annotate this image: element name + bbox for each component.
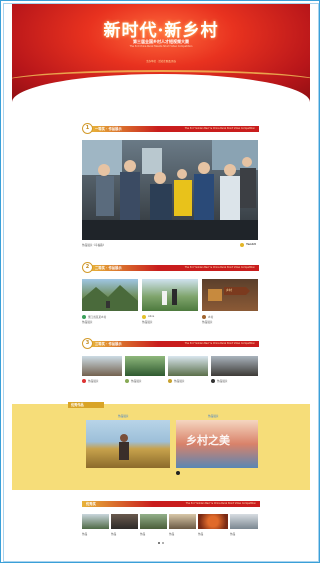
second-prize-author-2: Alice (148, 315, 155, 318)
third-prize-bar: 三等奖 · 作品展示 The 3rd "Golden Bee" & China … (91, 341, 259, 347)
first-prize-bar: 一等奖 · 作品展示 The 3rd "Golden Bee" & China … (91, 126, 259, 132)
third-prize-title: 三等奖 · 作品展示 (95, 342, 122, 346)
author-avatar (142, 315, 146, 319)
second-prize-author-1: 浙江省某某乡村 (88, 316, 107, 319)
second-prize-thumbnail-3[interactable]: 乡村 (202, 279, 258, 311)
banner-subtitle-en: The 3rd China Rural Talents Short Video … (129, 45, 193, 48)
author-avatar (168, 379, 172, 383)
featured-left-label[interactable]: 作品展示 (118, 414, 128, 418)
featured-video-right[interactable]: 乡村之美 (176, 420, 258, 468)
excellent-caption-2: 作品 (111, 533, 117, 536)
farmer-illustration (119, 434, 129, 460)
second-prize-title: 二等奖 · 作品展示 (95, 266, 122, 270)
banner-note: 主办单位 · 活动主题及评选 (146, 60, 176, 63)
featured-header: 优秀作品 (68, 402, 104, 408)
excellent-title-en: The 3rd "Golden Bee" & China Rural Short… (185, 502, 256, 505)
author-avatar (176, 471, 180, 475)
third-prize-caption-1: 作品展示 (88, 380, 99, 383)
first-prize-title: 一等奖 · 作品展示 (95, 127, 122, 131)
second-prize-bar: 二等奖 · 作品展示 The 3rd "Golden Bee" & China … (91, 265, 259, 271)
second-prize-title-en: The 3rd "Golden Bee" & China Rural Short… (184, 266, 255, 269)
featured-overlay-text: 乡村之美 (186, 434, 230, 447)
excellent-thumbnail-6[interactable] (230, 514, 258, 529)
author-avatar (202, 315, 206, 319)
second-prize-thumbnail-2[interactable] (142, 279, 198, 311)
signpost-illustration (208, 287, 250, 301)
excellent-thumbnail-1[interactable] (82, 514, 109, 529)
field-illustration (162, 289, 177, 305)
second-prize-thumbnail-1[interactable] (82, 279, 138, 311)
mountain-illustration (82, 285, 138, 311)
second-prize-caption-3: 作品展示 (202, 321, 213, 324)
third-prize-thumbnail-3[interactable] (168, 356, 208, 376)
excellent-thumbnail-3[interactable] (140, 514, 167, 529)
featured-title: 优秀作品 (71, 403, 84, 407)
third-prize-header: 三等奖 · 作品展示 The 3rd "Golden Bee" & China … (82, 338, 260, 349)
second-prize-author-3: 乡村 (208, 316, 214, 319)
first-prize-video-thumbnail[interactable] (82, 140, 258, 240)
excellent-thumbnail-2[interactable] (111, 514, 138, 529)
pagination-dot[interactable] (162, 542, 164, 544)
excellent-header: 优秀奖 The 3rd "Golden Bee" & China Rural S… (82, 500, 260, 509)
excellent-caption-1: 作品 (82, 533, 88, 536)
excellent-title: 优秀奖 (86, 502, 96, 506)
medal-icon: 1 (82, 123, 93, 134)
first-prize-author: Yandril (246, 243, 257, 246)
first-prize-header: 一等奖 · 作品展示 The 3rd "Golden Bee" & China … (82, 123, 260, 134)
second-prize-caption-1: 作品展示 (82, 321, 93, 324)
second-prize-caption-2: 作品展示 (142, 321, 153, 324)
excellent-caption-5: 作品 (198, 533, 204, 536)
featured-video-left[interactable] (86, 420, 170, 468)
excellent-caption-4: 作品 (169, 533, 175, 536)
first-prize-title-en: The 3rd "Golden Bee" & China Rural Short… (184, 127, 255, 130)
excellent-caption-3: 作品 (140, 533, 146, 536)
banner-title: 新时代·新乡村 (103, 21, 219, 41)
second-prize-header: 二等奖 · 作品展示 The 3rd "Golden Bee" & China … (82, 262, 260, 273)
excellent-thumbnail-5[interactable] (198, 514, 228, 529)
signpost-text: 乡村 (226, 288, 233, 292)
featured-right-label[interactable]: 作品展示 (208, 414, 218, 418)
author-avatar (82, 379, 86, 383)
third-prize-thumbnail-4[interactable] (211, 356, 258, 376)
pagination-dot-active[interactable] (158, 542, 160, 544)
author-avatar (211, 379, 215, 383)
first-prize-caption: 作品展示《幸福路》 (82, 244, 106, 247)
third-prize-caption-4: 作品展示 (217, 380, 228, 383)
hero-banner: 新时代·新乡村 第三届全国乡村人才短视频大赛 The 3rd China Rur… (12, 4, 310, 102)
third-prize-caption-2: 作品展示 (131, 380, 142, 383)
third-prize-title-en: The 3rd "Golden Bee" & China Rural Short… (184, 342, 255, 345)
excellent-bar: 优秀奖 The 3rd "Golden Bee" & China Rural S… (82, 501, 260, 507)
third-prize-thumbnail-1[interactable] (82, 356, 122, 376)
author-avatar (240, 243, 244, 247)
excellent-thumbnail-4[interactable] (169, 514, 196, 529)
author-avatar (82, 315, 86, 319)
medal-icon: 2 (82, 262, 93, 273)
medal-icon: 3 (82, 338, 93, 349)
excellent-caption-6: 作品 (230, 533, 236, 536)
bus-photo-illustration (82, 140, 258, 240)
third-prize-caption-3: 作品展示 (174, 380, 185, 383)
author-avatar (125, 379, 129, 383)
third-prize-thumbnail-2[interactable] (125, 356, 165, 376)
